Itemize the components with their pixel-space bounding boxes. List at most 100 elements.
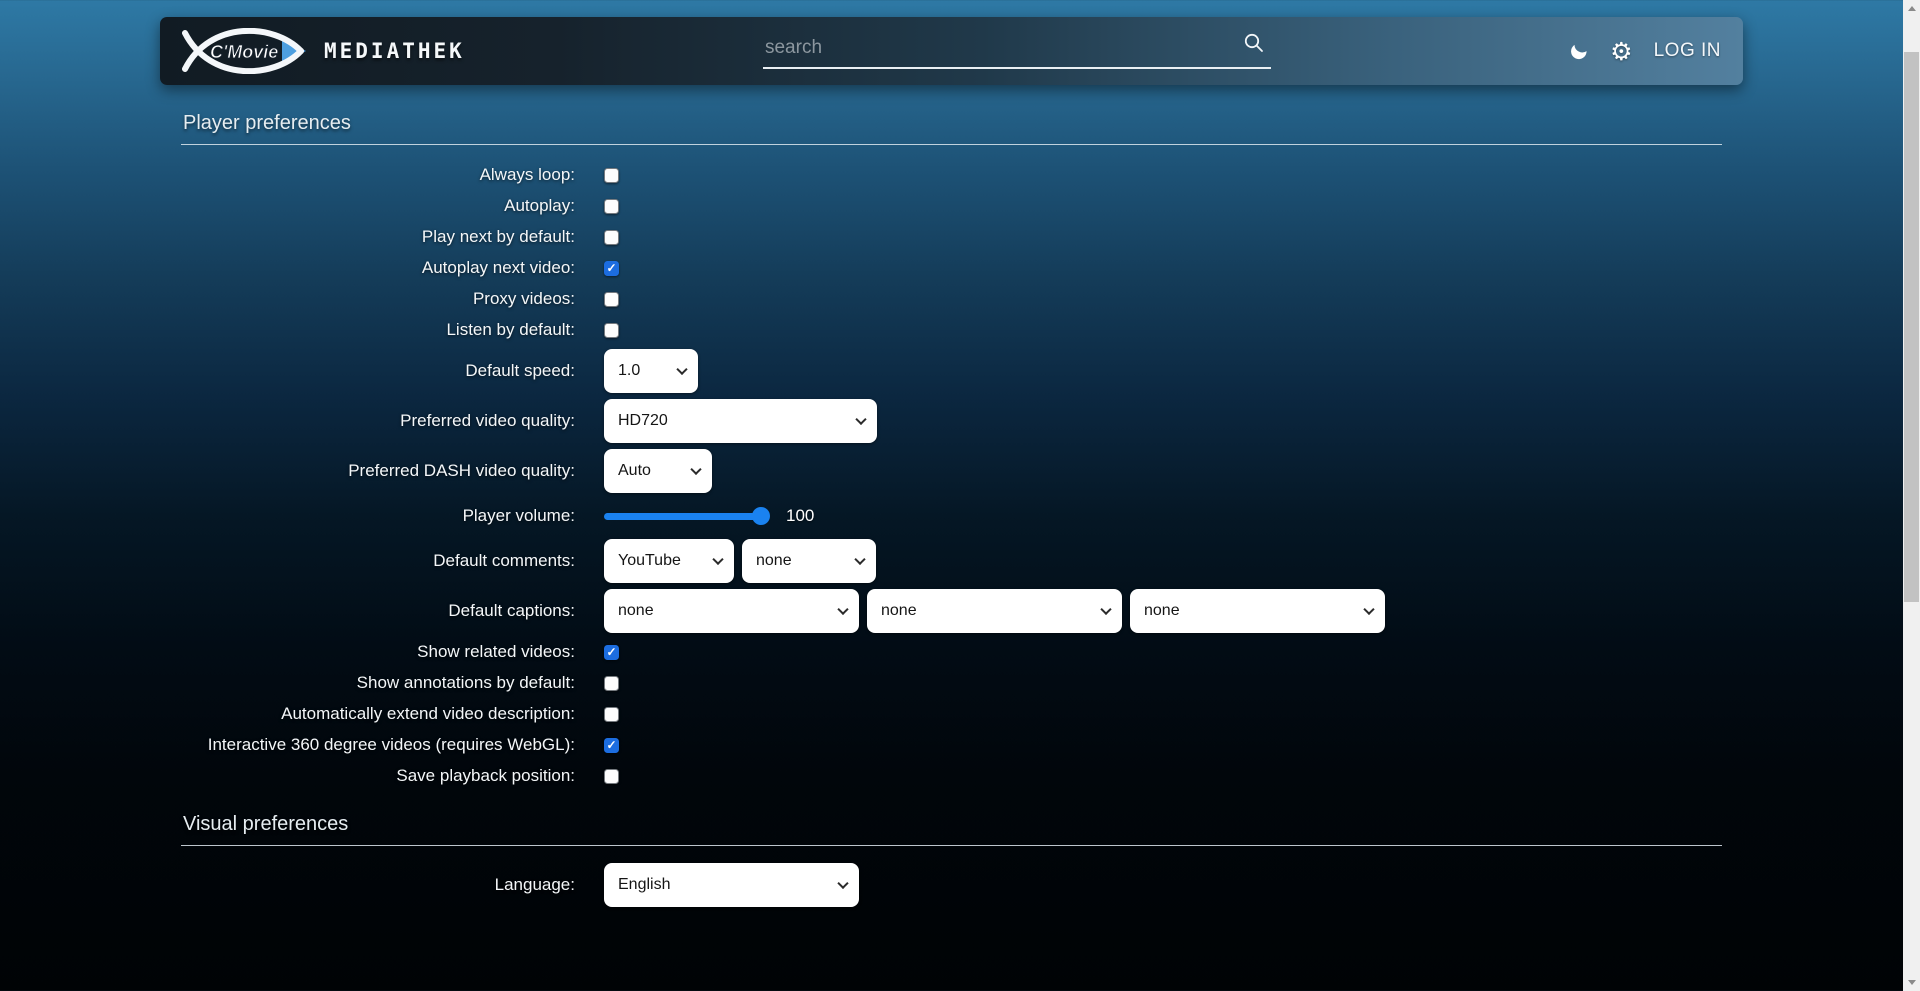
scroll-down-button[interactable]	[1903, 974, 1920, 991]
navbar-right: ⚙ LOG IN	[1569, 39, 1721, 64]
player-volume-value: 100	[786, 506, 814, 526]
fish-logo-icon: C'Movie	[182, 28, 308, 74]
default-speed-select[interactable]: 1.0	[604, 349, 698, 393]
site-logo[interactable]: C'Movie	[182, 28, 308, 74]
chevron-down-icon	[854, 554, 865, 565]
row-language: Language: English	[181, 863, 1722, 907]
autoplay-next-video-label: Autoplay next video:	[181, 257, 575, 278]
autoplay-label: Autoplay:	[181, 195, 575, 216]
page: C'Movie MEDIATHEK ⚙ LO	[0, 17, 1903, 991]
interactive-360-checkbox[interactable]: ✓	[604, 738, 619, 753]
default-speed-value: 1.0	[604, 362, 670, 380]
save-playback-position-label: Save playback position:	[181, 765, 575, 786]
login-button[interactable]: LOG IN	[1654, 40, 1721, 62]
default-captions-select-1[interactable]: none	[604, 589, 859, 633]
row-always-loop: Always loop: ✓	[181, 163, 1722, 187]
preferred-video-quality-select[interactable]: HD720	[604, 399, 877, 443]
row-player-volume: Player volume: 100	[181, 501, 1722, 531]
search-input[interactable]	[763, 33, 1271, 61]
search-bar	[763, 33, 1271, 69]
show-annotations-label: Show annotations by default:	[181, 672, 575, 693]
default-comments-select-1[interactable]: YouTube	[604, 539, 734, 583]
check-icon: ✓	[606, 262, 616, 274]
row-autoplay: Autoplay: ✓	[181, 194, 1722, 218]
default-captions-value-2: none	[867, 602, 947, 620]
play-next-label: Play next by default:	[181, 226, 575, 247]
chevron-down-icon	[837, 604, 848, 615]
default-captions-value-1: none	[604, 602, 684, 620]
check-icon: ✓	[606, 646, 616, 658]
save-playback-position-checkbox[interactable]: ✓	[604, 769, 619, 784]
play-next-checkbox[interactable]: ✓	[604, 230, 619, 245]
language-label: Language:	[181, 874, 575, 895]
preferred-dash-quality-value: Auto	[604, 462, 681, 480]
player-preferences-heading: Player preferences	[181, 112, 1722, 145]
gear-icon[interactable]: ⚙	[1610, 39, 1632, 64]
row-save-playback-position: Save playback position: ✓	[181, 764, 1722, 788]
default-comments-value-1: YouTube	[604, 552, 711, 570]
slider-track	[604, 513, 766, 520]
default-comments-select-2[interactable]: none	[742, 539, 876, 583]
interactive-360-label: Interactive 360 degree videos (requires …	[181, 734, 575, 755]
chevron-down-icon	[1363, 604, 1374, 615]
always-loop-label: Always loop:	[181, 164, 575, 185]
preferred-video-quality-label: Preferred video quality:	[181, 410, 575, 431]
preferred-dash-quality-label: Preferred DASH video quality:	[181, 460, 575, 481]
slider-thumb[interactable]	[752, 507, 770, 525]
preferences-page: Player preferences Always loop: ✓ Autopl…	[181, 112, 1722, 907]
row-auto-extend-description: Automatically extend video description: …	[181, 702, 1722, 726]
always-loop-checkbox[interactable]: ✓	[604, 168, 619, 183]
default-captions-value-3: none	[1130, 602, 1210, 620]
check-icon: ✓	[606, 739, 616, 751]
search-zone	[465, 33, 1569, 69]
scrollbar[interactable]	[1903, 0, 1920, 991]
show-related-videos-checkbox[interactable]: ✓	[604, 645, 619, 660]
preferred-video-quality-value: HD720	[604, 412, 698, 430]
default-comments-value-2: none	[742, 552, 822, 570]
visual-preferences-heading: Visual preferences	[181, 813, 1722, 846]
default-captions-select-2[interactable]: none	[867, 589, 1122, 633]
row-show-related-videos: Show related videos: ✓	[181, 640, 1722, 664]
player-preferences-section: Always loop: ✓ Autoplay: ✓ Play next by …	[181, 145, 1722, 788]
auto-extend-description-checkbox[interactable]: ✓	[604, 707, 619, 722]
autoplay-checkbox[interactable]: ✓	[604, 199, 619, 214]
show-annotations-checkbox[interactable]: ✓	[604, 676, 619, 691]
search-icon[interactable]	[1243, 32, 1265, 59]
row-default-comments: Default comments: YouTube none	[181, 539, 1722, 583]
row-show-annotations: Show annotations by default: ✓	[181, 671, 1722, 695]
navbar: C'Movie MEDIATHEK ⚙ LO	[160, 17, 1743, 85]
chevron-down-icon	[855, 414, 866, 425]
auto-extend-description-label: Automatically extend video description:	[181, 703, 575, 724]
player-volume-label: Player volume:	[181, 505, 575, 526]
autoplay-next-video-checkbox[interactable]: ✓	[604, 261, 619, 276]
chevron-down-icon	[1100, 604, 1111, 615]
row-default-captions: Default captions: none none none	[181, 589, 1722, 633]
listen-by-default-checkbox[interactable]: ✓	[604, 323, 619, 338]
chevron-down-icon	[712, 554, 723, 565]
chevron-down-icon	[676, 364, 687, 375]
player-volume-slider[interactable]	[604, 507, 766, 525]
logo-text: C'Movie	[210, 42, 278, 62]
row-default-speed: Default speed: 1.0	[181, 349, 1722, 393]
scroll-up-button[interactable]	[1903, 0, 1920, 17]
row-autoplay-next-video: Autoplay next video: ✓	[181, 256, 1722, 280]
brand-title[interactable]: MEDIATHEK	[324, 39, 465, 63]
row-interactive-360: Interactive 360 degree videos (requires …	[181, 733, 1722, 757]
visual-preferences-section: Language: English	[181, 846, 1722, 907]
row-preferred-dash-quality: Preferred DASH video quality: Auto	[181, 449, 1722, 493]
row-preferred-video-quality: Preferred video quality: HD720	[181, 399, 1722, 443]
row-proxy-videos: Proxy videos: ✓	[181, 287, 1722, 311]
chevron-down-icon	[690, 464, 701, 475]
row-play-next: Play next by default: ✓	[181, 225, 1722, 249]
language-value: English	[604, 876, 700, 894]
preferred-dash-quality-select[interactable]: Auto	[604, 449, 712, 493]
default-comments-label: Default comments:	[181, 550, 575, 571]
proxy-videos-checkbox[interactable]: ✓	[604, 292, 619, 307]
default-captions-label: Default captions:	[181, 600, 575, 621]
language-select[interactable]: English	[604, 863, 859, 907]
chevron-down-icon	[837, 878, 848, 889]
scrollbar-thumb[interactable]	[1904, 52, 1919, 602]
default-captions-select-3[interactable]: none	[1130, 589, 1385, 633]
listen-by-default-label: Listen by default:	[181, 319, 575, 340]
moon-icon[interactable]	[1569, 41, 1589, 61]
